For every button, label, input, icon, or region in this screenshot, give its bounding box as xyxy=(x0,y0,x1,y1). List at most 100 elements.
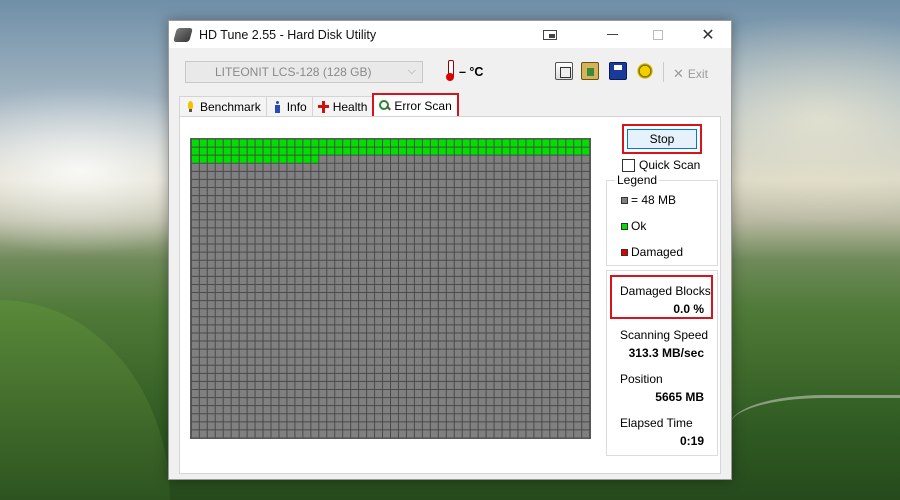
ok-block xyxy=(286,139,295,148)
copy-icon[interactable] xyxy=(555,62,573,80)
stop-button[interactable]: Stop xyxy=(627,129,697,149)
ok-block xyxy=(502,139,511,148)
ok-block xyxy=(478,139,487,148)
ok-block xyxy=(270,147,279,156)
ok-block xyxy=(294,155,303,164)
legend-label: Damaged xyxy=(631,245,684,259)
drive-select-value: LITEONIT LCS-128 (128 GB) xyxy=(215,65,372,79)
tab-label: Info xyxy=(286,99,307,114)
ok-block xyxy=(557,139,566,148)
drive-select[interactable]: LITEONIT LCS-128 (128 GB) ⌵ xyxy=(185,61,423,83)
ok-block xyxy=(565,139,574,148)
ok-block xyxy=(549,147,558,156)
tab-label: Error Scan xyxy=(394,98,452,113)
ok-block xyxy=(414,147,423,156)
ok-block xyxy=(398,139,407,148)
ok-block xyxy=(438,139,447,148)
ok-block xyxy=(215,147,224,156)
ok-block xyxy=(430,147,439,156)
ok-block xyxy=(334,147,343,156)
ok-block xyxy=(247,155,256,164)
ok-block xyxy=(382,147,391,156)
options-icon[interactable] xyxy=(636,62,654,80)
ok-block xyxy=(422,139,431,148)
legend-swatch-red xyxy=(621,248,628,256)
exit-label: Exit xyxy=(687,67,708,81)
ok-block xyxy=(358,147,367,156)
ok-block xyxy=(191,139,200,148)
ok-block xyxy=(581,139,590,148)
chevron-down-icon: ⌵ xyxy=(407,65,416,77)
exit-button[interactable]: ✕ Exit xyxy=(673,66,708,82)
ok-block xyxy=(541,147,550,156)
ok-block xyxy=(462,139,471,148)
block-grid xyxy=(191,139,590,438)
ok-block xyxy=(470,139,479,148)
ok-block xyxy=(470,147,479,156)
ok-block xyxy=(565,147,574,156)
ok-block xyxy=(486,139,495,148)
ok-block xyxy=(494,139,503,148)
ok-block xyxy=(390,147,399,156)
ok-block xyxy=(223,155,232,164)
close-button[interactable]: ✕ xyxy=(685,21,731,48)
elapsed-time-label: Elapsed Time xyxy=(620,416,693,430)
exit-x-icon: ✕ xyxy=(673,66,684,81)
ok-block xyxy=(239,155,248,164)
tab-error-scan[interactable]: Error Scan xyxy=(372,93,459,116)
ok-block xyxy=(326,147,335,156)
ok-block xyxy=(231,139,240,148)
stop-button-highlight: Stop xyxy=(622,124,702,154)
ok-block xyxy=(374,139,383,148)
tab-health[interactable]: Health xyxy=(311,96,374,116)
tab-info[interactable]: Info xyxy=(265,96,313,116)
legend-item-block-size: = 48 MB xyxy=(621,193,676,207)
ok-block xyxy=(366,147,375,156)
quick-scan-checkbox[interactable] xyxy=(622,158,635,172)
title-bar[interactable]: HD Tune 2.55 - Hard Disk Utility ✕ xyxy=(169,21,731,48)
stop-button-label: Stop xyxy=(649,132,675,146)
ok-block xyxy=(454,139,463,148)
compact-view-button[interactable] xyxy=(527,21,573,48)
ok-block xyxy=(374,147,383,156)
ok-block xyxy=(541,139,550,148)
ok-block xyxy=(278,147,287,156)
quick-scan-option[interactable]: Quick Scan xyxy=(622,158,700,172)
benchmark-icon xyxy=(185,100,196,113)
ok-block xyxy=(350,147,359,156)
legend-label: Ok xyxy=(631,219,647,233)
ok-block xyxy=(223,147,232,156)
ok-block xyxy=(398,147,407,156)
ok-block xyxy=(286,155,295,164)
ok-block xyxy=(263,147,271,156)
tab-benchmark[interactable]: Benchmark xyxy=(179,96,267,116)
ok-block xyxy=(573,147,582,156)
ok-block xyxy=(438,147,447,156)
elapsed-time-value: 0:19 xyxy=(679,434,704,448)
legend-item-damaged: Damaged xyxy=(621,245,683,259)
desktop-hill xyxy=(0,300,170,500)
legend-label: = 48 MB xyxy=(631,193,677,207)
scanning-speed-label: Scanning Speed xyxy=(620,328,709,342)
ok-block xyxy=(486,147,495,156)
ok-block xyxy=(581,147,590,156)
ok-block xyxy=(390,139,399,148)
window-title: HD Tune 2.55 - Hard Disk Utility xyxy=(199,27,377,42)
ok-block xyxy=(517,139,526,148)
ok-block xyxy=(255,155,264,164)
legend-item-ok: Ok xyxy=(621,219,646,233)
ok-block xyxy=(557,147,566,156)
ok-block xyxy=(430,139,439,148)
ok-block xyxy=(510,139,518,148)
position-value: 5665 MB xyxy=(655,390,704,404)
minimize-button[interactable] xyxy=(589,21,635,48)
ok-block xyxy=(533,139,542,148)
ok-block xyxy=(494,147,503,156)
save-icon[interactable] xyxy=(609,62,627,80)
ok-block xyxy=(270,155,279,164)
paste-icon[interactable] xyxy=(581,62,599,80)
maximize-button[interactable] xyxy=(635,21,681,48)
ok-block xyxy=(318,147,327,156)
ok-block xyxy=(278,155,287,164)
tab-label: Benchmark xyxy=(200,99,261,114)
